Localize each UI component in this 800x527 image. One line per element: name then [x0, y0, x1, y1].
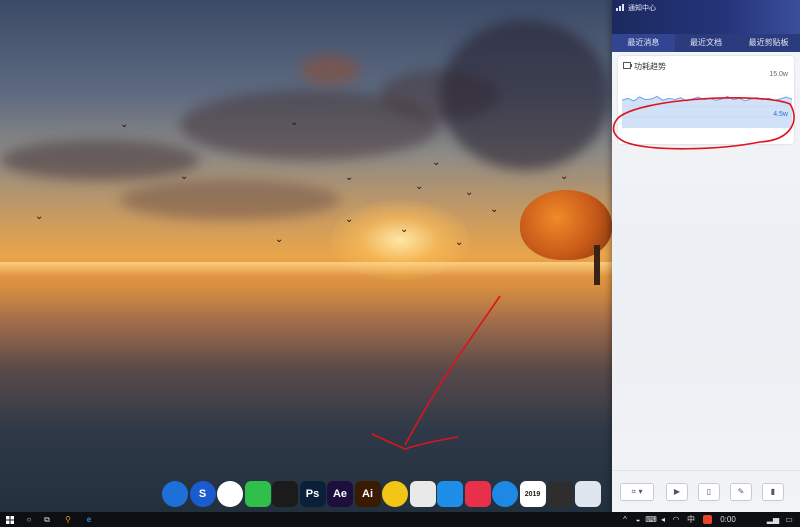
after-effects-icon[interactable]: Ae [327, 481, 353, 507]
bird: ⌄ [345, 214, 354, 225]
signal-bars-icon: ▂▅ [766, 515, 780, 524]
app-dock: S Ps Ae Ai 2019 [158, 478, 608, 510]
photoshop-label: Ps [305, 488, 320, 500]
file-manager-icon[interactable] [409, 481, 436, 507]
ime-mode-button[interactable]: 中 [684, 512, 698, 527]
panel-header: 通知中心 [612, 0, 800, 34]
recycle-bin-icon[interactable] [574, 481, 601, 507]
horizon [0, 262, 612, 276]
notification-center-panel: 通知中心 最近消息 最近文档 最近剪贴板 功耗趋势 15.0w 4.5w ⌗ ▾… [612, 0, 800, 512]
task-view-icon: ⧉ [44, 514, 50, 524]
music-app-icon[interactable] [382, 481, 408, 507]
phone-icon: ▮ [770, 487, 776, 496]
bird: ⌄ [290, 117, 299, 128]
edit-icon: ✎ [737, 487, 745, 496]
windows-taskbar: ○ ⧉ ⚲ e ^ ◒ ⌨ ◂ ◠ 中 0:00 ▂▅ ▭ [0, 512, 800, 527]
bird: ⌄ [432, 157, 441, 168]
bird: ⌄ [180, 171, 189, 182]
windows-app-icon[interactable] [547, 481, 573, 507]
cortana-button[interactable]: ○ [20, 512, 38, 527]
cloud [0, 140, 200, 180]
keyboard-icon: ⌨ [645, 515, 657, 524]
search-taskbar-button[interactable]: ⚲ [58, 512, 78, 527]
bird: ⌄ [275, 234, 284, 245]
cloud [440, 20, 610, 170]
illustrator-icon[interactable]: Ai [354, 481, 381, 507]
crop-dropdown-button[interactable]: ⌗ ▾ [620, 483, 654, 501]
wifi-icon: ◠ [672, 515, 680, 524]
panda-app-label: 2019 [524, 490, 541, 498]
cloud [300, 55, 360, 85]
tree-trunk [594, 245, 600, 285]
panel-bottom-toolbar: ⌗ ▾ ▶ ▯ ✎ ▮ [612, 470, 800, 513]
rocket-app-icon[interactable] [162, 481, 188, 507]
photoshop-icon[interactable]: Ps [299, 481, 326, 507]
edge-icon: e [86, 515, 92, 524]
illustrator-label: Ai [362, 488, 373, 500]
panda-app-icon[interactable]: 2019 [519, 481, 546, 507]
battery-icon [623, 62, 632, 69]
tab-recent-clipboard[interactable]: 最近剪贴板 [737, 34, 800, 52]
bird: ⌄ [560, 171, 569, 182]
video-button[interactable]: ▶ [666, 483, 688, 501]
bird: ⌄ [465, 187, 474, 198]
tray-shield-icon: ◒ [635, 515, 641, 524]
sogou-ime-button[interactable] [700, 512, 714, 527]
video-icon: ▶ [673, 487, 681, 496]
cortana-circle-icon: ○ [26, 515, 32, 524]
bird: ⌄ [345, 172, 354, 183]
sogou-browser-icon[interactable]: S [189, 481, 216, 507]
edge-browser-button[interactable]: e [80, 512, 98, 527]
tab-recent-documents[interactable]: 最近文档 [675, 34, 738, 52]
chevron-up-icon: ^ [623, 515, 627, 524]
sogou-browser-label: S [198, 488, 207, 500]
power-trend-title: 功耗趋势 [634, 62, 666, 71]
chevron-down-icon: ▾ [638, 487, 643, 496]
bird: ⌄ [35, 211, 44, 222]
tray-ime-tool[interactable]: ⌨ [645, 512, 657, 527]
power-current-label: 4.5w [773, 111, 788, 118]
speaker-icon: ◂ [660, 515, 665, 524]
clock[interactable]: 0:00 [716, 512, 740, 527]
edit-button[interactable]: ✎ [730, 483, 752, 501]
notification-icon: ▭ [785, 515, 793, 524]
power-trend-card[interactable]: 功耗趋势 15.0w 4.5w [618, 56, 794, 144]
document-button[interactable]: ▯ [698, 483, 720, 501]
qq-icon[interactable] [272, 481, 298, 507]
signal-icon [616, 4, 624, 11]
bird: ⌄ [455, 237, 464, 248]
power-max-label: 15.0w [769, 71, 788, 78]
signal-tray-button[interactable]: ▂▅ [766, 512, 780, 527]
crop-icon: ⌗ [631, 487, 636, 496]
search-app-icon[interactable] [437, 481, 463, 507]
chrome-icon[interactable] [217, 481, 243, 507]
power-area [622, 96, 792, 128]
task-view-button[interactable]: ⧉ [38, 512, 56, 527]
sogou-s-icon [702, 515, 712, 524]
bird: ⌄ [490, 204, 499, 215]
tray-overflow-button[interactable]: ^ [620, 512, 630, 527]
image-viewer-icon[interactable] [464, 481, 491, 507]
start-button[interactable] [0, 512, 20, 527]
phone-button[interactable]: ▮ [762, 483, 784, 501]
after-effects-label: Ae [332, 488, 348, 500]
power-trend-chart [622, 94, 792, 128]
network-button[interactable]: ◠ [670, 512, 682, 527]
panel-tabs: 最近消息 最近文档 最近剪贴板 [612, 34, 800, 52]
settings-icon[interactable] [492, 481, 518, 507]
tray-app-icon[interactable]: ◒ [632, 512, 644, 527]
bird: ⌄ [120, 119, 129, 130]
wechat-icon[interactable] [244, 481, 271, 507]
windows-logo-icon [6, 515, 14, 524]
volume-button[interactable]: ◂ [657, 512, 669, 527]
action-center-button[interactable]: ▭ [782, 512, 796, 527]
search-icon: ⚲ [65, 515, 71, 524]
cloud [120, 180, 340, 220]
tab-recent-messages[interactable]: 最近消息 [612, 34, 675, 52]
bird: ⌄ [400, 224, 409, 235]
panel-title: 通知中心 [628, 5, 656, 12]
document-icon: ▯ [706, 487, 712, 496]
bird: ⌄ [415, 181, 424, 192]
